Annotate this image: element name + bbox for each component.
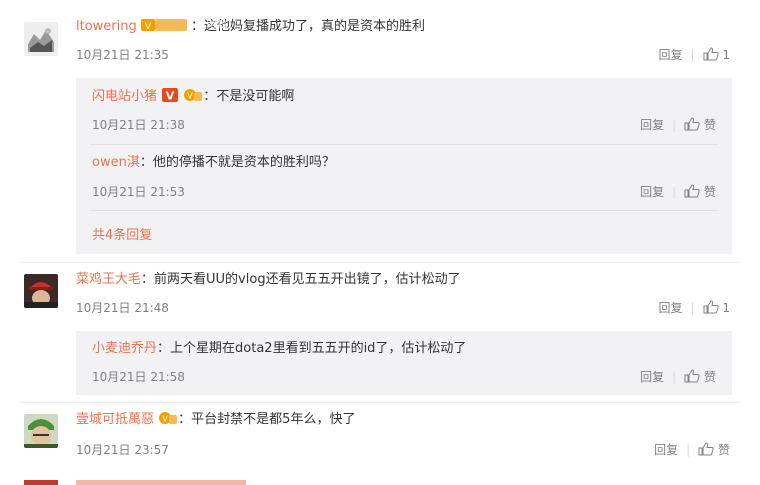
partial-comment-text	[76, 480, 246, 485]
reply-button[interactable]: 回复	[640, 370, 664, 384]
reply-button[interactable]: 回复	[640, 118, 664, 132]
reply-button[interactable]: 回复	[654, 443, 678, 457]
reply-button[interactable]: 回复	[658, 48, 682, 62]
timestamp: 10月21日 23:57	[76, 443, 169, 457]
thumbs-up-icon	[684, 184, 700, 201]
svg-text:V: V	[166, 90, 175, 103]
reply-body: 他的停播不就是资本的胜利吗？	[152, 155, 335, 170]
svg-text:V: V	[162, 415, 168, 424]
member-badge-icon[interactable]: V	[158, 411, 178, 431]
avatar[interactable]	[24, 22, 58, 56]
username[interactable]: owen淇	[92, 155, 140, 170]
reply-text: 小麦迪乔丹：上个星期在dota2里看到五五开的id了，估计松动了	[92, 340, 466, 358]
more-replies-link[interactable]: 共4条回复	[92, 224, 152, 243]
thumbs-up-icon	[703, 300, 719, 317]
comment-actions: 回复 | 1	[658, 299, 730, 317]
divider: |	[686, 443, 691, 457]
fan-badge-icon[interactable]: V	[140, 18, 187, 38]
divider: |	[690, 48, 695, 62]
comment-body: 这他妈复播成功了，真的是资本的胜利	[204, 19, 426, 34]
like-label: 赞	[717, 443, 730, 457]
like-count: 1	[722, 48, 730, 62]
divider-line	[90, 210, 718, 211]
comment-text: 壹城可抵萬惡 V ：平台封禁不是都5年么，快了	[76, 411, 355, 431]
reply-body: 上个星期在dota2里看到五五开的id了，估计松动了	[170, 341, 467, 356]
like-button[interactable]: 赞	[684, 369, 716, 386]
like-count: 1	[722, 301, 730, 315]
timestamp: 10月21日 21:38	[92, 118, 185, 132]
colon: ：	[141, 272, 155, 287]
svg-text:V: V	[188, 92, 194, 101]
like-button[interactable]: 赞	[698, 442, 730, 459]
verified-v-icon[interactable]: V	[161, 88, 179, 108]
reply-text: owen淇：他的停播不就是资本的胜利吗？	[92, 154, 335, 172]
colon: ：	[178, 412, 192, 427]
like-button[interactable]: 1	[703, 300, 730, 317]
member-badge-icon[interactable]: V	[183, 88, 203, 108]
like-label: 赞	[703, 185, 716, 199]
avatar[interactable]	[24, 274, 58, 308]
username[interactable]: 壹城可抵萬惡	[76, 412, 154, 427]
timestamp: 10月21日 21:58	[92, 370, 185, 384]
like-button[interactable]: 赞	[684, 117, 716, 134]
fan-badge-label: 铁粉	[209, 21, 228, 31]
thumbs-up-icon	[684, 117, 700, 134]
reply-actions: 回复 | 赞	[640, 368, 716, 386]
thumbs-up-icon	[698, 442, 714, 459]
like-label: 赞	[703, 118, 716, 132]
thumbs-up-icon	[684, 369, 700, 386]
comment-text: 菜鸡王大毛：前两天看UU的vlog还看见五五开出镜了，估计松动了	[76, 271, 461, 289]
svg-text:V: V	[145, 22, 152, 32]
timestamp: 10月21日 21:48	[76, 301, 169, 315]
divider-line	[90, 144, 718, 145]
partial-avatar	[24, 480, 58, 485]
reply-actions: 回复 | 赞	[640, 116, 716, 134]
colon: ：	[139, 155, 153, 170]
colon: ：	[157, 341, 171, 356]
colon: ：	[203, 89, 217, 104]
like-label: 赞	[703, 370, 716, 384]
divider: |	[690, 301, 695, 315]
username[interactable]: 小麦迪乔丹	[92, 341, 157, 356]
reply-button[interactable]: 回复	[658, 301, 682, 315]
thumbs-up-icon	[703, 47, 719, 64]
colon: ：	[191, 19, 205, 34]
comment-actions: 回复 | 赞	[654, 441, 730, 459]
avatar[interactable]	[24, 414, 58, 448]
reply-body: 不是没可能啊	[216, 89, 295, 104]
timestamp: 10月21日 21:53	[92, 185, 185, 199]
divider: |	[672, 370, 677, 384]
username[interactable]: ltowering	[76, 19, 137, 34]
divider: |	[672, 185, 677, 199]
comment-body: 前两天看UU的vlog还看见五五开出镜了，估计松动了	[154, 272, 461, 287]
comment-divider	[20, 402, 740, 403]
comment-divider	[20, 262, 740, 263]
timestamp: 10月21日 21:35	[76, 48, 169, 62]
divider: |	[672, 118, 677, 132]
comment-text: ltowering V 铁粉 ：这他妈复播成功了，真的是资本的胜利	[76, 18, 425, 38]
username[interactable]: 闪电站小猪	[92, 89, 157, 104]
reply-button[interactable]: 回复	[640, 185, 664, 199]
like-button[interactable]: 1	[703, 47, 730, 64]
username[interactable]: 菜鸡王大毛	[76, 272, 141, 287]
comment-body: 平台封禁不是都5年么，快了	[191, 412, 356, 427]
reply-text: 闪电站小猪 V V ：不是没可能啊	[92, 88, 294, 108]
comment-actions: 回复 | 1	[658, 46, 730, 64]
like-button[interactable]: 赞	[684, 184, 716, 201]
reply-actions: 回复 | 赞	[640, 183, 716, 201]
